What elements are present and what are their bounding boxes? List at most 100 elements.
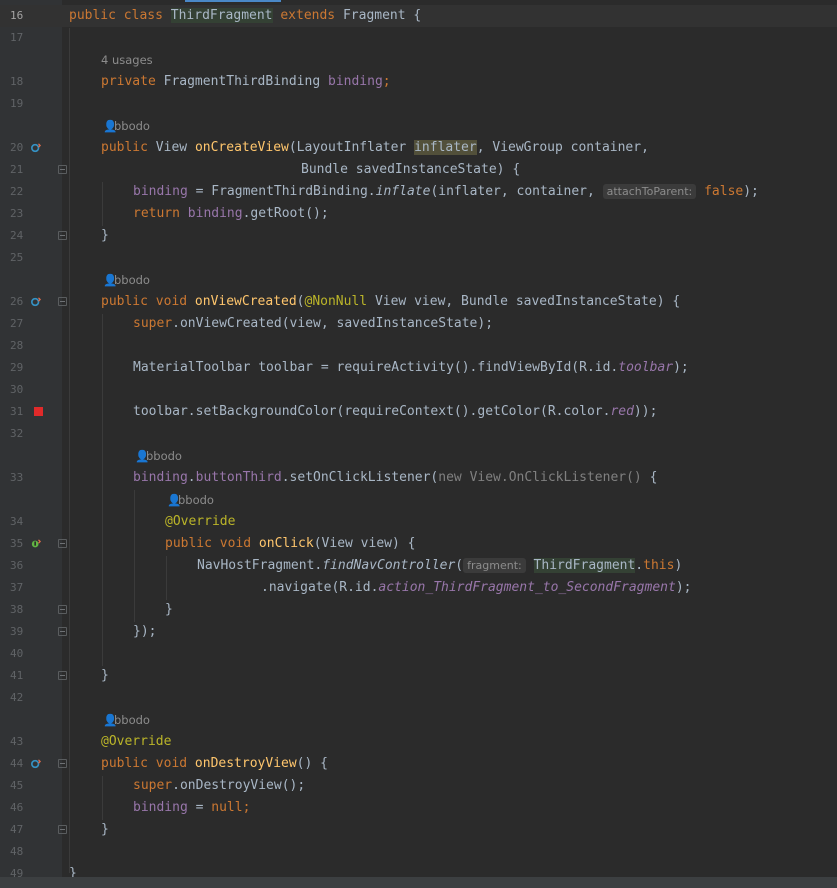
code-line-34[interactable]: 34 @Override: [0, 511, 837, 533]
code-line-25[interactable]: 25: [0, 247, 837, 269]
code-line-17[interactable]: 17: [0, 27, 837, 49]
fold-icon[interactable]: [58, 825, 67, 834]
line-number: 39: [10, 625, 24, 638]
person-icon: 👤: [167, 493, 182, 507]
code-line-44[interactable]: 44 public void onDestroyView() {: [0, 753, 837, 775]
fold-icon[interactable]: [58, 231, 67, 240]
code-line-22[interactable]: 22 binding = FragmentThirdBinding.inflat…: [0, 181, 837, 203]
parameter-hint: attachToParent:: [602, 184, 697, 199]
code-text: super.onDestroyView();: [133, 778, 306, 793]
code-line-38[interactable]: 38 }: [0, 599, 837, 621]
line-number: 28: [10, 339, 24, 352]
fold-icon[interactable]: [58, 627, 67, 636]
line-number: 22: [10, 185, 24, 198]
author-label[interactable]: 👤bbodo: [103, 269, 150, 291]
usages-hint[interactable]: 4 usages: [0, 49, 837, 71]
fold-icon[interactable]: [58, 605, 67, 614]
code-text: }: [101, 668, 109, 683]
code-text: private FragmentThirdBinding binding;: [101, 74, 391, 89]
code-line-26[interactable]: 26 public void onViewCreated(@NonNull Vi…: [0, 291, 837, 313]
author-label[interactable]: 👤bbodo: [167, 489, 214, 511]
code-line-32[interactable]: 32: [0, 423, 837, 445]
code-text: .navigate(R.id.action_ThirdFragment_to_S…: [261, 580, 692, 595]
code-line-20[interactable]: 20 public View onCreateView(LayoutInflat…: [0, 137, 837, 159]
fold-icon[interactable]: [58, 539, 67, 548]
usages-label[interactable]: 4 usages: [101, 49, 153, 71]
code-line-18[interactable]: 18 private FragmentThirdBinding binding;: [0, 71, 837, 93]
code-line-47[interactable]: 47 }: [0, 819, 837, 841]
author-hint[interactable]: 👤bbodo: [0, 269, 837, 291]
code-line-48[interactable]: 48: [0, 841, 837, 863]
code-line-40[interactable]: 40: [0, 643, 837, 665]
line-number: 34: [10, 515, 24, 528]
code-line-16[interactable]: 16 public class ThirdFragment extends Fr…: [0, 5, 837, 27]
code-line-41[interactable]: 41 }: [0, 665, 837, 687]
line-number: 35: [10, 537, 24, 550]
line-number: 47: [10, 823, 24, 836]
breakpoint-icon[interactable]: [34, 407, 43, 416]
code-text: });: [133, 624, 157, 639]
code-line-31[interactable]: 31 toolbar.setBackgroundColor(requireCon…: [0, 401, 837, 423]
override-method-icon[interactable]: [31, 143, 41, 153]
code-line-36[interactable]: 36 NavHostFragment.findNavController(fra…: [0, 555, 837, 577]
person-icon: 👤: [103, 713, 118, 727]
code-text: binding = FragmentThirdBinding.inflate(i…: [133, 184, 759, 199]
code-text: }: [165, 602, 173, 617]
code-line-35[interactable]: 35 public void onClick(View view) {: [0, 533, 837, 555]
code-text: @Override: [101, 734, 172, 749]
code-line-27[interactable]: 27 super.onViewCreated(view, savedInstan…: [0, 313, 837, 335]
fold-icon[interactable]: [58, 759, 67, 768]
code-line-46[interactable]: 46 binding = null;: [0, 797, 837, 819]
code-text: public void onDestroyView() {: [101, 756, 328, 771]
author-hint[interactable]: 👤bbodo: [0, 115, 837, 137]
code-line-37[interactable]: 37 .navigate(R.id.action_ThirdFragment_t…: [0, 577, 837, 599]
code-line-30[interactable]: 30: [0, 379, 837, 401]
implement-method-icon[interactable]: [31, 539, 41, 549]
line-number: 29: [10, 361, 24, 374]
code-line-24[interactable]: 24 }: [0, 225, 837, 247]
author-hint[interactable]: 👤bbodo: [0, 489, 837, 511]
override-method-icon[interactable]: [31, 297, 41, 307]
line-number: 37: [10, 581, 24, 594]
code-text: toolbar.setBackgroundColor(requireContex…: [133, 404, 658, 419]
horizontal-scrollbar[interactable]: [0, 877, 837, 888]
author-label[interactable]: 👤bbodo: [103, 115, 150, 137]
person-icon: 👤: [103, 273, 118, 287]
author-hint[interactable]: 👤bbodo: [0, 709, 837, 731]
line-number: 18: [10, 75, 24, 88]
code-line-28[interactable]: 28: [0, 335, 837, 357]
author-hint[interactable]: 👤bbodo: [0, 445, 837, 467]
fold-icon[interactable]: [58, 165, 67, 174]
line-number: 25: [10, 251, 24, 264]
line-number: 48: [10, 845, 24, 858]
code-line-33[interactable]: 33 binding.buttonThird.setOnClickListene…: [0, 467, 837, 489]
line-number: 33: [10, 471, 24, 484]
line-number: 32: [10, 427, 24, 440]
code-line-29[interactable]: 29 MaterialToolbar toolbar = requireActi…: [0, 357, 837, 379]
code-line-19[interactable]: 19: [0, 93, 837, 115]
override-method-icon[interactable]: [31, 759, 41, 769]
line-number: 43: [10, 735, 24, 748]
fold-icon[interactable]: [58, 297, 67, 306]
code-line-39[interactable]: 39 });: [0, 621, 837, 643]
line-number: 26: [10, 295, 24, 308]
line-number: 17: [10, 31, 24, 44]
code-line-43[interactable]: 43 @Override: [0, 731, 837, 753]
line-number: 20: [10, 141, 24, 154]
author-label[interactable]: 👤bbodo: [135, 445, 182, 467]
line-number: 44: [10, 757, 24, 770]
code-line-45[interactable]: 45 super.onDestroyView();: [0, 775, 837, 797]
code-line-42[interactable]: 42: [0, 687, 837, 709]
code-text: NavHostFragment.findNavController(fragme…: [197, 558, 683, 573]
code-text: binding.buttonThird.setOnClickListener(n…: [133, 470, 658, 485]
code-text: public View onCreateView(LayoutInflater …: [101, 140, 649, 155]
fold-icon[interactable]: [58, 671, 67, 680]
author-label[interactable]: 👤bbodo: [103, 709, 150, 731]
code-text: Bundle savedInstanceState) {: [301, 162, 521, 177]
line-number: 41: [10, 669, 24, 682]
code-line-23[interactable]: 23 return binding.getRoot();: [0, 203, 837, 225]
line-number: 38: [10, 603, 24, 616]
code-text: return binding.getRoot();: [133, 206, 329, 221]
parameter-hint: fragment:: [463, 558, 526, 573]
code-line-21[interactable]: 21 Bundle savedInstanceState) {: [0, 159, 837, 181]
